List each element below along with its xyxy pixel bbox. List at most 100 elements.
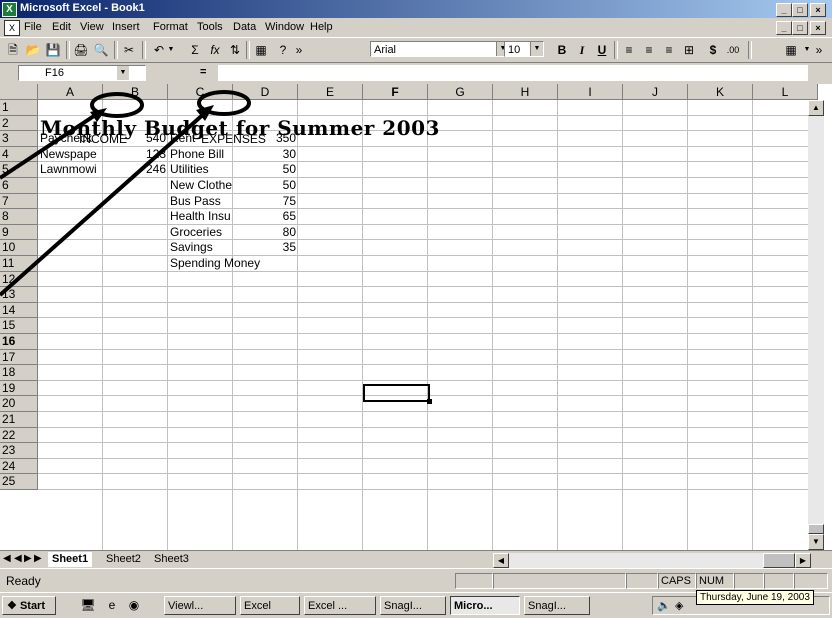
expense-amount-cell[interactable]: 35 — [233, 240, 298, 255]
sheet-tab-sheet1[interactable]: Sheet1 — [48, 552, 93, 567]
row-header-7[interactable]: 7 — [0, 193, 38, 210]
scroll-left-icon[interactable]: ◀ — [493, 553, 509, 568]
column-header-d[interactable]: D — [233, 84, 298, 100]
bold-button[interactable]: B — [553, 41, 571, 59]
sheet-tab-sheet3[interactable]: Sheet3 — [150, 552, 193, 567]
row-header-21[interactable]: 21 — [0, 412, 38, 428]
expense-amount-cell[interactable]: 50 — [233, 178, 298, 193]
column-header-b[interactable]: B — [103, 84, 168, 100]
first-sheet-icon[interactable]: ◀ — [3, 553, 11, 564]
function-icon[interactable]: fx — [206, 41, 224, 59]
column-header-c[interactable]: C — [168, 84, 233, 100]
column-header-k[interactable]: K — [688, 84, 753, 100]
media-icon[interactable]: ◉ — [126, 597, 142, 613]
row-header-8[interactable]: 8 — [0, 209, 38, 225]
row-header-9[interactable]: 9 — [0, 224, 38, 241]
chevron-down-icon[interactable]: ▼ — [117, 66, 129, 80]
column-header-l[interactable]: L — [753, 84, 818, 100]
expense-amount-cell[interactable]: 30 — [233, 147, 298, 162]
help-icon[interactable]: ? — [274, 41, 292, 59]
row-header-15[interactable]: 15 — [0, 318, 38, 334]
expense-amount-cell[interactable]: 50 — [233, 162, 298, 177]
align-left-icon[interactable]: ≡ — [620, 41, 638, 59]
volume-icon[interactable]: 🔈 — [657, 599, 671, 612]
column-header-h[interactable]: H — [493, 84, 558, 100]
vertical-scrollbar[interactable]: ▲ ▼ — [808, 100, 824, 550]
row-header-10[interactable]: 10 — [0, 240, 38, 256]
last-sheet-icon[interactable]: ▶ — [34, 553, 42, 564]
doc-restore-button[interactable]: □ — [792, 21, 808, 35]
menu-file[interactable]: File — [24, 21, 42, 33]
network-icon[interactable]: ◈ — [675, 599, 683, 612]
autosum-icon[interactable]: Σ — [186, 41, 204, 59]
row-header-13[interactable]: 13 — [0, 287, 38, 303]
start-button[interactable]: ❖ Start — [2, 596, 56, 615]
row-header-23[interactable]: 23 — [0, 443, 38, 459]
expense-label-cell[interactable]: New Clothe — [168, 178, 233, 193]
column-header-i[interactable]: I — [558, 84, 623, 100]
expense-amount-cell[interactable]: 350 — [233, 131, 298, 146]
undo-dropdown-icon[interactable]: ▼ — [166, 41, 176, 59]
expense-label-cell[interactable]: Rent — [168, 131, 233, 146]
menu-format[interactable]: Format — [153, 21, 188, 33]
row-header-22[interactable]: 22 — [0, 427, 38, 444]
borders-dropdown-icon[interactable]: ▼ — [802, 41, 812, 59]
column-header-e[interactable]: E — [298, 84, 363, 100]
row-header-6[interactable]: 6 — [0, 178, 38, 194]
income-amount-cell[interactable]: 246 — [103, 162, 168, 177]
row-header-3[interactable]: 3 — [0, 131, 38, 147]
menu-insert[interactable]: Insert — [112, 21, 140, 33]
formula-input[interactable] — [218, 65, 808, 81]
column-header-j[interactable]: J — [623, 84, 688, 100]
sort-ascending-icon[interactable]: ⇅ — [226, 41, 244, 59]
row-header-16[interactable]: 16 — [0, 334, 38, 350]
row-header-4[interactable]: 4 — [0, 146, 38, 163]
income-amount-cell[interactable]: 123 — [103, 147, 168, 162]
row-header-1[interactable]: 1 — [0, 100, 38, 116]
column-header-g[interactable]: G — [428, 84, 493, 100]
expense-amount-cell[interactable]: 65 — [233, 209, 298, 224]
font-name-combo[interactable]: Arial ▼ — [370, 41, 510, 57]
worksheet-grid[interactable]: ABCDEFGHIJKL 1 2 3 4 5 6 7 8 9 10 11 12 13 14 15 16 17 18… — [0, 84, 832, 550]
next-sheet-icon[interactable]: ▶ — [24, 553, 32, 564]
menu-window[interactable]: Window — [265, 21, 304, 33]
row-header-2[interactable]: 2 — [0, 115, 38, 132]
new-icon[interactable]: 🗎 — [4, 41, 22, 59]
task-microsoft-excel[interactable]: Micro... — [450, 596, 520, 615]
expense-label-cell[interactable]: Bus Pass — [168, 194, 233, 209]
row-header-12[interactable]: 12 — [0, 271, 38, 288]
toolbar-overflow-icon[interactable]: » — [814, 41, 824, 59]
italic-button[interactable]: I — [573, 41, 591, 59]
income-label-cell[interactable]: Newspape — [38, 147, 103, 162]
row-header-25[interactable]: 25 — [0, 474, 38, 490]
print-preview-icon[interactable]: 🔍 — [92, 41, 110, 59]
formula-equals-icon[interactable]: = — [200, 66, 206, 78]
scroll-up-icon[interactable]: ▲ — [808, 100, 824, 116]
expense-label-cell[interactable]: Health Insu — [168, 209, 233, 224]
row-header-17[interactable]: 17 — [0, 349, 38, 366]
select-all-corner[interactable] — [0, 84, 38, 100]
task-excel-doc[interactable]: Excel ... — [304, 596, 376, 615]
name-box[interactable]: F16 ▼ — [18, 65, 146, 81]
underline-button[interactable]: U — [593, 41, 611, 59]
align-center-icon[interactable]: ≡ — [640, 41, 658, 59]
font-size-combo[interactable]: 10 ▼ — [504, 41, 544, 57]
chevron-down-icon[interactable]: ▼ — [530, 42, 543, 56]
merge-center-icon[interactable]: ⊞ — [680, 41, 698, 59]
task-excel-folder[interactable]: Excel — [240, 596, 300, 615]
excel-app-icon[interactable]: X — [2, 2, 17, 17]
scroll-thumb[interactable] — [763, 553, 795, 568]
income-amount-cell[interactable]: 540 — [103, 131, 168, 146]
row-header-19[interactable]: 19 — [0, 380, 38, 397]
expense-label-cell[interactable]: Utilities — [168, 162, 233, 177]
column-header-a[interactable]: A — [38, 84, 103, 100]
scroll-down-icon[interactable]: ▼ — [808, 534, 824, 550]
menu-data[interactable]: Data — [233, 21, 256, 33]
menu-help[interactable]: Help — [310, 21, 333, 33]
row-header-11[interactable]: 11 — [0, 256, 38, 272]
borders-icon[interactable]: ▦ — [782, 41, 800, 59]
open-icon[interactable]: 📂 — [24, 41, 42, 59]
print-icon[interactable]: 🖨 — [72, 41, 90, 59]
fill-handle[interactable] — [427, 399, 432, 404]
cut-icon[interactable]: ✂ — [120, 41, 138, 59]
